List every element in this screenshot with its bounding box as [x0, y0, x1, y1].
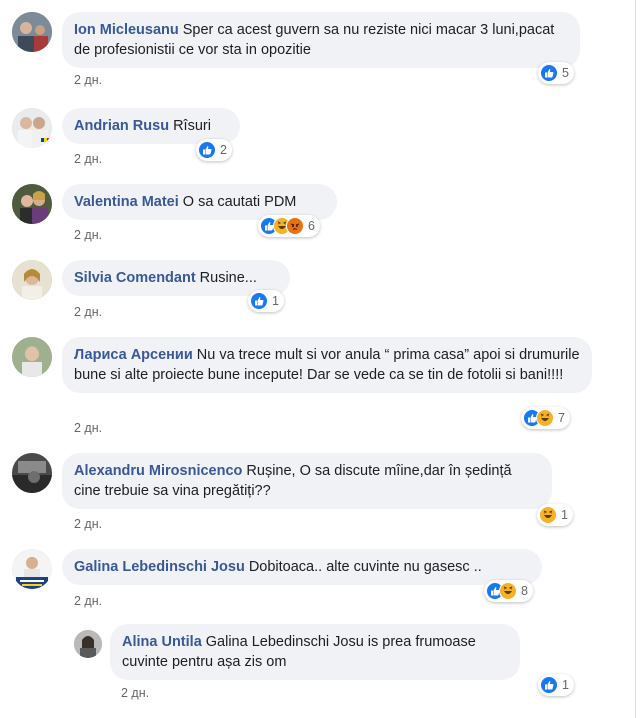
comment-timestamp[interactable]: 2 дн.	[74, 73, 102, 87]
avatar[interactable]	[74, 630, 102, 658]
comment: Andrian Rusu Rîsuri 2 дн. 2	[12, 108, 632, 168]
reaction-summary[interactable]: 5	[538, 62, 574, 84]
avatar[interactable]	[12, 260, 52, 300]
comment-author[interactable]: Лариса Арсении	[74, 347, 193, 363]
comment-bubble: Ion Micleusanu Sper ca acest guvern sa nu…	[62, 12, 580, 68]
comment-bubble: Лариса Арсении Nu va trece mult si vor an…	[62, 337, 592, 393]
haha-icon	[536, 409, 554, 427]
reaction-summary[interactable]: 1	[538, 674, 574, 696]
comment-author[interactable]: Ion Micleusanu	[74, 22, 179, 38]
comment: Лариса Арсении Nu va trece mult si vor an…	[12, 337, 632, 437]
comment-bubble: Galina Lebedinschi Josu Dobitoaca.. alte …	[62, 549, 542, 585]
reaction-count: 2	[220, 143, 227, 157]
comment-timestamp[interactable]: 2 дн.	[74, 152, 102, 166]
feed-right-border	[635, 0, 636, 718]
comment-timestamp[interactable]: 2 дн.	[74, 594, 102, 608]
reaction-summary[interactable]: 1	[537, 504, 573, 526]
avatar[interactable]	[12, 108, 52, 148]
reaction-count: 6	[308, 219, 315, 233]
comment-author[interactable]: Galina Lebedinschi Josu	[74, 559, 245, 575]
comment: Valentina Matei O sa cautati PDM 2 дн. 6	[12, 184, 632, 244]
comment-bubble: Alina Untila Galina Lebedinschi Josu is p…	[110, 624, 520, 680]
reaction-summary[interactable]: 6	[258, 215, 320, 237]
avatar[interactable]	[12, 184, 52, 224]
comment-author[interactable]: Alexandru Mirosnicenco	[74, 463, 242, 479]
comment-timestamp[interactable]: 2 дн.	[74, 517, 102, 531]
reaction-summary[interactable]: 7	[521, 407, 570, 429]
reaction-count: 7	[558, 411, 565, 425]
comment-author[interactable]: Silvia Comendant	[74, 270, 196, 286]
like-icon	[198, 141, 216, 159]
comment: Ion Micleusanu Sper ca acest guvern sa nu…	[12, 12, 632, 92]
avatar[interactable]	[12, 12, 52, 52]
reaction-summary[interactable]: 2	[196, 139, 232, 161]
avatar[interactable]	[12, 453, 52, 493]
reaction-count: 5	[562, 66, 569, 80]
comment-author[interactable]: Valentina Matei	[74, 194, 179, 210]
avatar[interactable]	[12, 549, 52, 589]
reaction-count: 1	[561, 508, 568, 522]
like-icon	[540, 64, 558, 82]
comment-bubble: Alexandru Mirosnicenco Rușine, O sa discu…	[62, 453, 552, 509]
like-icon	[540, 676, 558, 694]
haha-icon	[539, 506, 557, 524]
comment-text: O sa cautati PDM	[182, 194, 297, 210]
comment-text: Dobitoaca.. alte cuvinte nu gasesc ..	[248, 559, 482, 575]
comment-timestamp[interactable]: 2 дн.	[74, 421, 102, 435]
comment: Alexandru Mirosnicenco Rușine, O sa discu…	[12, 453, 632, 538]
comment-text: Rîsuri	[173, 118, 211, 134]
haha-icon	[499, 582, 517, 600]
reaction-summary[interactable]: 8	[484, 580, 533, 602]
like-icon	[250, 292, 268, 310]
comment-author[interactable]: Andrian Rusu	[74, 118, 169, 134]
comment: Galina Lebedinschi Josu Dobitoaca.. alte …	[12, 549, 632, 609]
reaction-count: 1	[272, 294, 279, 308]
angry-icon	[286, 217, 304, 235]
reply: Alina Untila Galina Lebedinschi Josu is p…	[74, 624, 634, 710]
reaction-count: 1	[562, 678, 569, 692]
comment-timestamp[interactable]: 2 дн.	[121, 686, 149, 700]
avatar[interactable]	[12, 337, 52, 377]
reaction-count: 8	[521, 584, 528, 598]
comment-timestamp[interactable]: 2 дн.	[74, 305, 102, 319]
comment-text: Rusine...	[199, 270, 257, 286]
comment-timestamp[interactable]: 2 дн.	[74, 228, 102, 242]
reaction-summary[interactable]: 1	[248, 290, 284, 312]
comment-author[interactable]: Alina Untila	[122, 634, 202, 650]
comment: Silvia Comendant Rusine... 2 дн. 1	[12, 260, 632, 320]
